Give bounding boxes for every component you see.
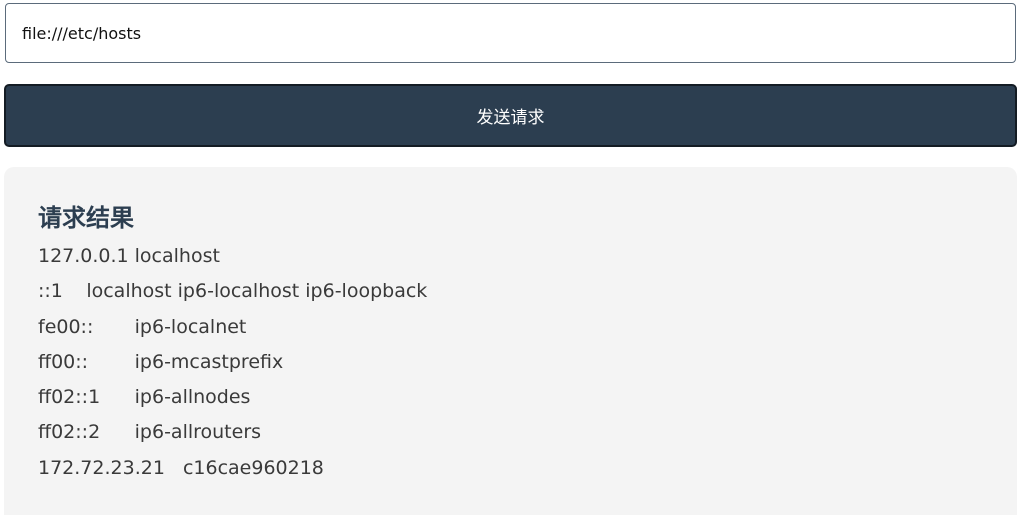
url-input[interactable] — [5, 3, 1016, 63]
result-line: ff02::2 ip6-allrouters — [38, 421, 262, 444]
result-line: fe00:: ip6-localnet — [38, 315, 247, 338]
result-lines: 127.0.0.1 localhost ::1 localhost ip6-lo… — [38, 239, 1017, 486]
result-line: 172.72.23.21 c16cae960218 — [38, 456, 324, 479]
page: 发送请求 请求结果 127.0.0.1 localhost ::1 localh… — [0, 0, 1024, 515]
send-request-button[interactable]: 发送请求 — [4, 84, 1017, 147]
result-line: ::1 localhost ip6-localhost ip6-loopback — [38, 280, 428, 303]
result-title: 请求结果 — [38, 204, 134, 232]
result-line: ff02::1 ip6-allnodes — [38, 386, 251, 409]
result-panel: 请求结果 127.0.0.1 localhost ::1 localhost i… — [4, 167, 1017, 515]
result-line: ff00:: ip6-mcastprefix — [38, 350, 284, 373]
result-line: 127.0.0.1 localhost — [38, 245, 220, 267]
